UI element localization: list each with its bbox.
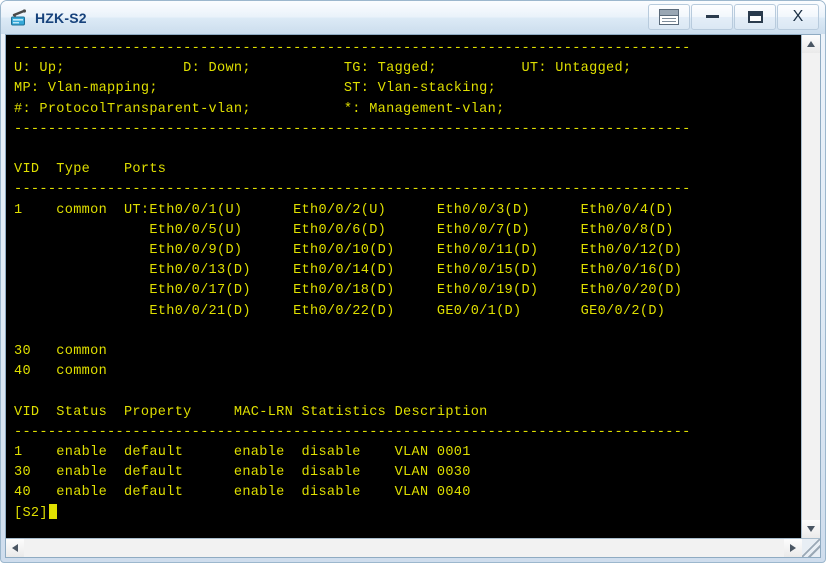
menu-button[interactable] [648,3,690,30]
document-icon [659,8,679,25]
console-text: ----------------------------------------… [14,39,801,524]
chevron-up-icon [807,41,815,47]
scroll-down-button[interactable] [802,520,820,538]
terminal-window: HZK-S2 X -------------------------------… [0,0,826,563]
vertical-scroll-track[interactable] [802,53,820,520]
window-controls: X [647,2,819,31]
console-body: ----------------------------------------… [14,41,691,521]
minimize-icon [705,15,719,18]
scroll-right-button[interactable] [784,539,802,557]
horizontal-scrollbar-row [6,538,820,557]
horizontal-scroll-track[interactable] [24,539,784,557]
scroll-up-button[interactable] [802,35,820,53]
resize-grip-icon[interactable] [802,539,820,557]
minimize-button[interactable] [691,3,733,30]
vertical-scrollbar[interactable] [801,35,820,538]
scroll-left-button[interactable] [6,539,24,557]
chevron-down-icon [807,526,815,532]
chevron-left-icon [12,544,18,552]
client-area: ----------------------------------------… [5,34,821,558]
title-bar[interactable]: HZK-S2 X [1,1,825,34]
maximize-button[interactable] [734,3,776,30]
window-title: HZK-S2 [35,9,87,26]
close-icon: X [792,7,804,25]
horizontal-scrollbar[interactable] [6,539,802,557]
switch-icon [9,8,29,28]
terminal-row: ----------------------------------------… [6,35,820,538]
terminal-output[interactable]: ----------------------------------------… [6,35,801,538]
text-cursor [48,503,57,519]
maximize-icon [747,10,763,23]
chevron-right-icon [790,544,796,552]
close-button[interactable]: X [777,3,819,30]
